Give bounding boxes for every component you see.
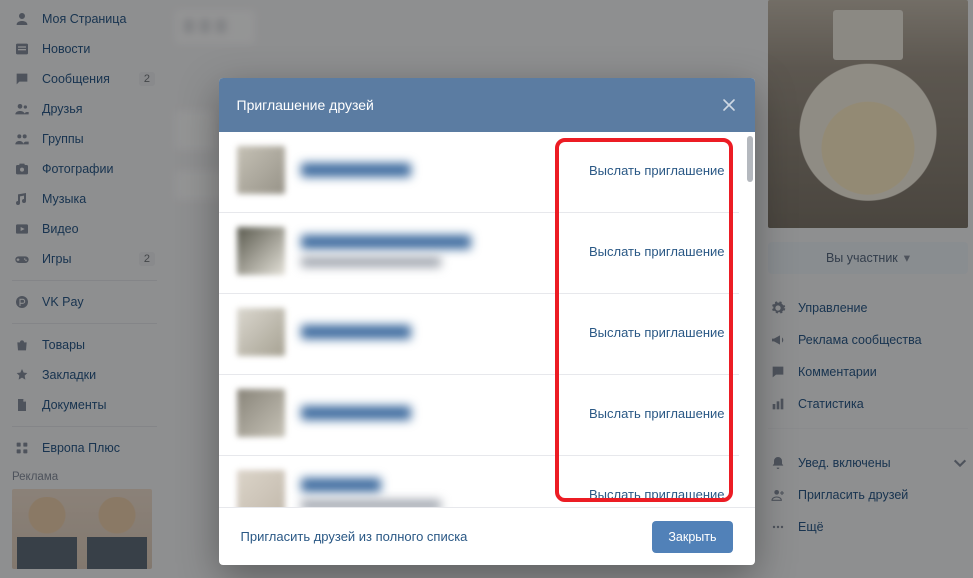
friend-name[interactable] bbox=[301, 478, 381, 492]
friend-info bbox=[301, 325, 411, 339]
friend-row: Выслать приглашение bbox=[219, 294, 739, 375]
invite-friends-modal: Приглашение друзей Выслать приглашениеВы… bbox=[219, 78, 755, 565]
friend-info bbox=[301, 478, 441, 507]
avatar[interactable] bbox=[237, 146, 285, 194]
friend-info bbox=[301, 235, 471, 267]
close-button[interactable]: Закрыть bbox=[652, 521, 732, 553]
friends-list: Выслать приглашение Выслать приглашение Вы… bbox=[219, 132, 739, 507]
avatar[interactable] bbox=[237, 227, 285, 275]
send-invite-link[interactable]: Выслать приглашение bbox=[589, 163, 725, 178]
friend-info bbox=[301, 163, 411, 177]
modal-header: Приглашение друзей bbox=[219, 78, 755, 132]
avatar[interactable] bbox=[237, 308, 285, 356]
avatar[interactable] bbox=[237, 470, 285, 507]
modal-title: Приглашение друзей bbox=[237, 97, 374, 113]
friend-row: Выслать приглашение bbox=[219, 213, 739, 294]
friend-name[interactable] bbox=[301, 163, 411, 177]
modal-overlay: Приглашение друзей Выслать приглашениеВы… bbox=[0, 0, 973, 578]
friend-subtitle bbox=[301, 257, 441, 267]
friend-row: Выслать приглашение bbox=[219, 132, 739, 213]
friend-row: Выслать приглашение bbox=[219, 456, 739, 507]
friend-name[interactable] bbox=[301, 325, 411, 339]
modal-footer: Пригласить друзей из полного списка Закр… bbox=[219, 507, 755, 565]
send-invite-link[interactable]: Выслать приглашение bbox=[589, 325, 725, 340]
friend-name[interactable] bbox=[301, 406, 411, 420]
modal-body: Выслать приглашение Выслать приглашение Вы… bbox=[219, 132, 755, 507]
friend-name[interactable] bbox=[301, 235, 471, 249]
close-icon[interactable] bbox=[721, 97, 737, 113]
friend-row: Выслать приглашение bbox=[219, 375, 739, 456]
send-invite-link[interactable]: Выслать приглашение bbox=[589, 487, 725, 502]
scrollbar[interactable] bbox=[747, 136, 753, 182]
avatar[interactable] bbox=[237, 389, 285, 437]
full-list-link[interactable]: Пригласить друзей из полного списка bbox=[241, 529, 468, 544]
friend-info bbox=[301, 406, 411, 420]
send-invite-link[interactable]: Выслать приглашение bbox=[589, 244, 725, 259]
send-invite-link[interactable]: Выслать приглашение bbox=[589, 406, 725, 421]
friend-subtitle bbox=[301, 500, 441, 507]
